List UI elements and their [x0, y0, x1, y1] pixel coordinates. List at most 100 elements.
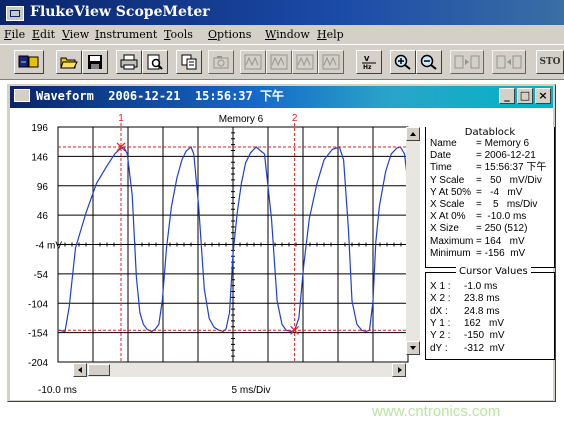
- watermark-text: www.cntronics.com: [372, 403, 501, 420]
- cursor-value-key: dY :: [430, 342, 448, 354]
- y-tick-label: -204: [28, 358, 48, 369]
- toolbar: V Hz STO: [0, 44, 564, 80]
- waveform-icon: [270, 54, 288, 70]
- print-preview-icon: [147, 54, 163, 70]
- cursor-right-button[interactable]: [492, 50, 526, 74]
- app-scope-icon: [6, 6, 24, 21]
- cursor-value-value: 23.8 ms: [464, 293, 500, 305]
- open-button[interactable]: [56, 50, 82, 74]
- menu-file[interactable]: File: [4, 28, 25, 41]
- datablock-value: = 2006-12-21: [476, 150, 536, 162]
- datablock-value: = -156 mV: [476, 247, 526, 259]
- zoom-out-button[interactable]: [416, 50, 442, 74]
- y-tick-label: 146: [31, 152, 48, 163]
- datablock-value: = 164 mV: [476, 235, 525, 247]
- y-tick-label: 196: [31, 123, 48, 134]
- app-title: FlukeView ScopeMeter: [30, 4, 210, 20]
- arrow-down-icon: [410, 346, 416, 350]
- floppy-disk-icon: [88, 55, 102, 69]
- minimize-button[interactable]: _: [499, 88, 515, 104]
- y-tick-label: -154: [28, 329, 48, 340]
- close-button[interactable]: ×: [535, 88, 551, 104]
- cursor-value-key: dX :: [430, 305, 448, 317]
- menu-view[interactable]: View: [62, 28, 89, 41]
- cursor-value-key: X 2 :: [430, 293, 451, 305]
- waveform-d-button[interactable]: [318, 50, 344, 74]
- scroll-left-button[interactable]: [73, 363, 87, 377]
- waveform-a-button[interactable]: [240, 50, 266, 74]
- datablock-value: = 5 ms/Div: [476, 199, 538, 210]
- printer-icon: [120, 54, 138, 70]
- datablock-key: Y At 50%: [430, 186, 471, 198]
- cursor-values-title: Cursor Values: [456, 266, 531, 277]
- datablock-key: X Scale: [430, 199, 465, 210]
- volt-hertz-button[interactable]: V Hz: [356, 50, 382, 74]
- datablock-key: Minimum: [430, 247, 471, 259]
- cursor-value-value: -150 mV: [464, 330, 505, 342]
- save-button[interactable]: [82, 50, 108, 74]
- datablock-key: X Size: [430, 223, 459, 235]
- cursor-left-button[interactable]: [450, 50, 484, 74]
- chart-title: Memory 6: [219, 114, 264, 125]
- x-start-label: -10.0 ms: [38, 385, 77, 396]
- cursor-label: 1: [118, 113, 124, 124]
- cursor-values-panel: Cursor Values X 1 : -1.0 ms X 2 : 23.8 ms dX…: [425, 266, 555, 360]
- svg-text:Hz: Hz: [363, 64, 372, 70]
- scroll-up-button[interactable]: [406, 127, 420, 141]
- cursor-value-value: 162 mV: [464, 317, 505, 329]
- datablock-value: = 50 mV/Div: [476, 174, 542, 186]
- datablock-panel: Datablock Name = Memory 6 Date = 2006-12-21…: [425, 127, 555, 268]
- menu-help[interactable]: Help: [317, 28, 344, 41]
- copy-icon: [181, 54, 197, 70]
- menu-instrument[interactable]: Instrument: [95, 28, 157, 41]
- y-tick-label: -4 mV: [35, 241, 62, 252]
- instrument-connect-button[interactable]: [14, 50, 44, 74]
- datablock-value: = -4 mV: [476, 186, 523, 198]
- menu-window[interactable]: Window: [265, 28, 310, 41]
- arrow-up-icon: [410, 132, 416, 136]
- arrow-left-icon: [78, 367, 82, 373]
- waveform-icon: [296, 54, 314, 70]
- horizontal-scroll-thumb[interactable]: [88, 364, 110, 376]
- datablock-value: = 15:56:37 下午: [476, 162, 547, 174]
- datablock-key: Name: [430, 138, 457, 149]
- print-preview-button[interactable]: [142, 50, 168, 74]
- waveform-c-button[interactable]: [292, 50, 318, 74]
- y-tick-label: -54: [34, 270, 49, 281]
- camera-button[interactable]: [208, 50, 234, 74]
- scroll-down-button[interactable]: [406, 341, 420, 355]
- cursor-label: 2: [292, 113, 298, 124]
- maximize-button[interactable]: □: [517, 88, 533, 104]
- datablock-key: X At 0%: [430, 211, 466, 223]
- zoom-in-button[interactable]: [390, 50, 416, 74]
- svg-text:V: V: [364, 55, 370, 63]
- horizontal-scrollbar[interactable]: [73, 363, 406, 377]
- copy-button[interactable]: [176, 50, 202, 74]
- x-axis-label: 5 ms/Div: [232, 385, 271, 396]
- cursor-value-key: Y 2 :: [430, 330, 451, 342]
- volt-hertz-icon: VHz: [362, 55, 376, 70]
- waveform-window-title: Waveform 2006-12-21 15:56:37 下午: [36, 89, 284, 103]
- cursor-right-icon: [496, 55, 522, 69]
- vertical-scrollbar[interactable]: [406, 127, 420, 355]
- camera-icon: [213, 56, 229, 69]
- arrow-right-icon: [398, 367, 402, 373]
- menu-tools[interactable]: Tools: [164, 28, 193, 41]
- print-button[interactable]: [116, 50, 142, 74]
- menu-edit[interactable]: Edit: [32, 28, 55, 41]
- datablock-key: Maximum: [430, 235, 474, 247]
- cursor-value-key: X 1 :: [430, 281, 451, 292]
- datablock-key: Time: [430, 162, 452, 174]
- cursor-value-key: Y 1 :: [430, 317, 451, 329]
- scroll-right-button[interactable]: [392, 363, 406, 377]
- menu-options[interactable]: Options: [208, 28, 251, 41]
- datablock-value: = 250 (512): [476, 223, 528, 235]
- datablock-key: Date: [430, 150, 452, 162]
- datablock-value: = -10.0 ms: [476, 211, 527, 223]
- zoom-in-icon: [394, 54, 411, 70]
- waveform-icon: [322, 54, 340, 70]
- y-tick-label: 46: [37, 211, 49, 222]
- waveform-b-button[interactable]: [266, 50, 292, 74]
- stop-button[interactable]: STO: [536, 50, 564, 74]
- datablock-value: = Memory 6: [476, 138, 530, 149]
